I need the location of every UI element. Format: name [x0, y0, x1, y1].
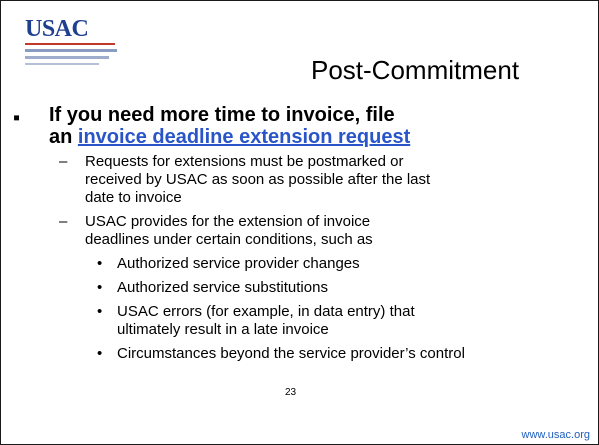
usac-logo: USAC	[7, 5, 127, 71]
condition-item: Circumstances beyond the service provide…	[117, 345, 465, 362]
bullet-dot-icon: •	[97, 255, 103, 272]
main-bullet-icon: ▪	[13, 107, 21, 129]
invoice-extension-link[interactable]: invoice deadline extension request	[78, 126, 410, 148]
bullet-dot-icon: •	[97, 279, 103, 296]
sub-point-line: Requests for extensions must be postmark…	[85, 153, 404, 170]
main-point-line2: an invoice deadline extension request	[49, 126, 589, 148]
logo-rule	[25, 43, 115, 45]
dash-marker: –	[59, 153, 68, 170]
slide: USAC Post-Commitment ▪ If you need more …	[0, 0, 599, 445]
sub-point-line: date to invoice	[85, 189, 182, 206]
logo-tagline-line	[25, 49, 117, 52]
bullet-dot-icon: •	[97, 303, 103, 320]
sub-point-2: USAC provides for the extension of invoi…	[85, 213, 373, 249]
condition-line: ultimately result in a late invoice	[117, 321, 329, 338]
condition-item: Authorized service provider changes	[117, 255, 360, 272]
sub-point-line: USAC provides for the extension of invoi…	[85, 213, 371, 230]
main-point-line1: If you need more time to invoice, file	[49, 104, 395, 126]
main-point: If you need more time to invoice, file a…	[49, 104, 589, 148]
sub-point-line: deadlines under certain conditions, such…	[85, 231, 373, 248]
logo-tagline-line	[25, 63, 99, 65]
logo-wordmark: USAC	[25, 16, 89, 42]
main-point-prefix: an	[49, 126, 78, 148]
slide-title: Post-Commitment	[311, 55, 520, 85]
footer-url[interactable]: www.usac.org	[522, 429, 590, 441]
page-number: 23	[285, 387, 297, 398]
condition-item: Authorized service substitutions	[117, 279, 328, 296]
condition-line: USAC errors (for example, in data entry)…	[117, 303, 415, 320]
sub-point-line: received by USAC as soon as possible aft…	[85, 171, 431, 188]
logo-tagline-line	[25, 56, 109, 59]
condition-item: USAC errors (for example, in data entry)…	[117, 303, 415, 339]
sub-point-1: Requests for extensions must be postmark…	[85, 153, 430, 207]
dash-marker: –	[59, 213, 68, 230]
bullet-dot-icon: •	[97, 345, 103, 362]
